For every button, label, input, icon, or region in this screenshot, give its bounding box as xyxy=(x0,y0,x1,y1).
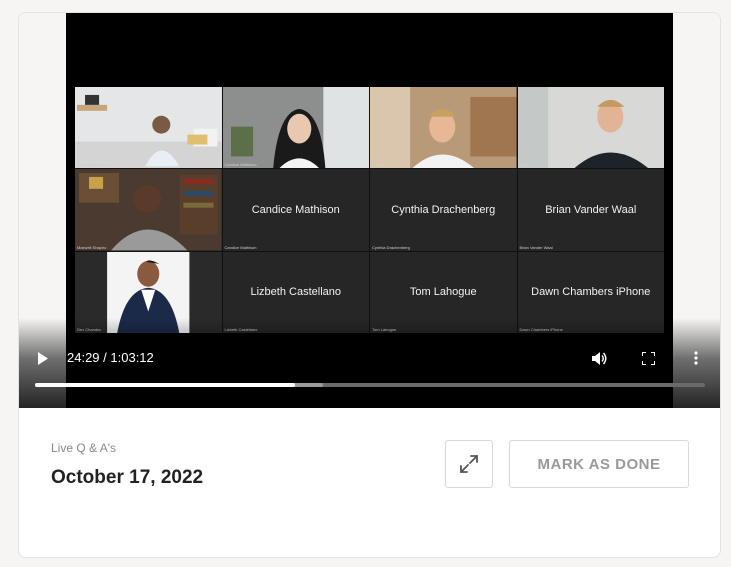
participant-tag: Mackenzie Beltran xyxy=(77,162,110,168)
more-vertical-icon xyxy=(694,351,698,365)
volume-button[interactable] xyxy=(589,347,611,369)
participant-tile-video: Brian xyxy=(517,87,664,169)
participant-video-feed xyxy=(370,87,517,169)
participant-name: Tom Lahogue xyxy=(409,286,477,299)
participant-video-feed xyxy=(75,169,222,251)
participant-tag: Candice Mathison xyxy=(224,244,257,250)
participant-tile-name: Cynthia Drachenberg Cynthia Drachenberg xyxy=(370,169,517,251)
participant-tag: Lizbeth Castellano xyxy=(224,327,258,332)
time-display: 24:29 / 1:03:12 xyxy=(67,350,154,365)
participant-video-feed xyxy=(517,87,664,169)
participant-tile-video: Cynthia xyxy=(370,87,517,169)
expand-arrows-icon xyxy=(460,455,478,473)
expand-button[interactable] xyxy=(445,440,493,488)
participant-tile-video: Maxwell Shapiro xyxy=(75,169,222,251)
lesson-date: October 17, 2022 xyxy=(51,467,204,488)
participant-tile-name: Lizbeth Castellano Lizbeth Castellano xyxy=(222,251,369,333)
fullscreen-button[interactable] xyxy=(637,347,659,369)
played-fill xyxy=(35,383,295,387)
participant-tag: Cynthia xyxy=(372,162,386,168)
participant-tag: Candice Mathison xyxy=(224,162,257,168)
time-separator: / xyxy=(99,350,111,365)
participant-video-feed xyxy=(75,251,222,333)
participant-tile-name: Tom Lahogue Tom Lahogue xyxy=(370,251,517,333)
participant-tag: Dawn Chambers iPhone xyxy=(519,327,563,332)
participant-name: Lizbeth Castellano xyxy=(250,286,341,299)
video-player[interactable]: Mackenzie Beltran Candice Mathison Cynth… xyxy=(19,13,720,408)
participant-tile-video: Dev Chandra xyxy=(75,251,222,333)
participant-name: Brian Vander Waal xyxy=(545,203,637,216)
participant-tag: Brian xyxy=(519,162,529,168)
current-time: 24:29 xyxy=(67,350,100,365)
participant-video-feed xyxy=(75,87,222,169)
participant-video-feed xyxy=(222,87,369,169)
participant-name: Dawn Chambers iPhone xyxy=(531,286,651,299)
participant-tag: Cynthia Drachenberg xyxy=(372,244,410,250)
participant-tile-name: Brian Vander Waal Brian Vander Waal xyxy=(517,169,664,251)
player-controls: 24:29 / 1:03:12 xyxy=(19,343,720,373)
lesson-category: Live Q & A's xyxy=(51,441,116,455)
mark-as-done-button[interactable]: MARK AS DONE xyxy=(509,440,689,488)
participant-tile-name: Candice Mathison Candice Mathison xyxy=(222,169,369,251)
participant-tag: Dev Chandra xyxy=(77,327,101,332)
participant-tag: Tom Lahogue xyxy=(372,327,397,332)
volume-icon xyxy=(592,351,607,365)
fullscreen-icon xyxy=(641,351,655,365)
lesson-card: Mackenzie Beltran Candice Mathison Cynth… xyxy=(18,12,721,558)
play-button[interactable] xyxy=(32,347,54,369)
participant-grid: Mackenzie Beltran Candice Mathison Cynth… xyxy=(75,87,664,333)
participant-tile-video: Candice Mathison xyxy=(222,87,369,169)
more-options-button[interactable] xyxy=(685,347,707,369)
progress-bar[interactable] xyxy=(35,383,705,387)
participant-tile-video: Mackenzie Beltran xyxy=(75,87,222,169)
participant-tile-name: Dawn Chambers iPhone Dawn Chambers iPhon… xyxy=(517,251,664,333)
participant-tag: Maxwell Shapiro xyxy=(77,244,107,250)
participant-tag: Brian Vander Waal xyxy=(519,244,553,250)
participant-name: Cynthia Drachenberg xyxy=(391,203,496,216)
duration: 1:03:12 xyxy=(110,350,154,365)
participant-name: Candice Mathison xyxy=(251,203,340,216)
play-icon xyxy=(38,351,48,365)
